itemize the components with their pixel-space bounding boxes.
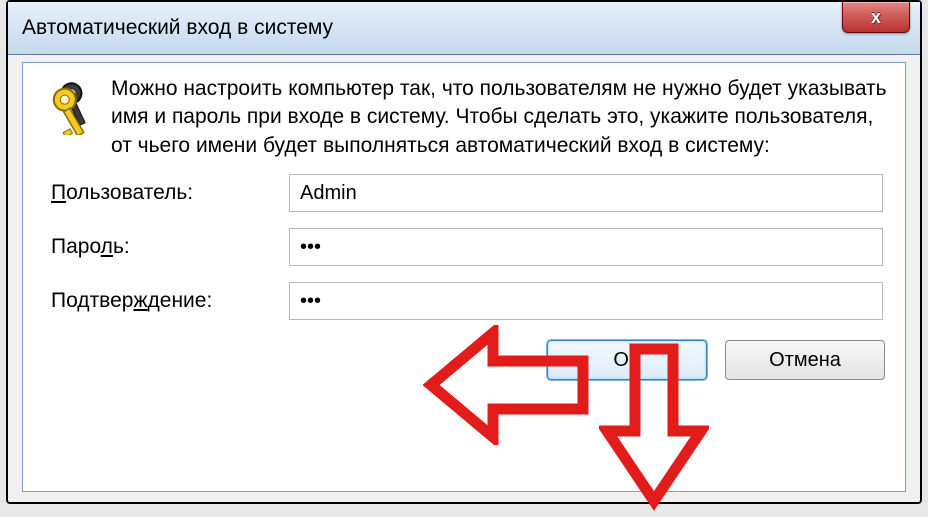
ok-button[interactable]: ОК — [547, 340, 707, 380]
dialog-client: Можно настроить компьютер так, что польз… — [22, 62, 906, 492]
keys-icon — [49, 75, 111, 160]
cancel-button[interactable]: Отмена — [725, 340, 885, 380]
confirm-label: Подтверждение: — [51, 289, 289, 313]
close-icon: x — [871, 7, 881, 28]
dialog-window: Автоматический вход в систему x — [6, 0, 922, 504]
user-input[interactable] — [289, 174, 883, 212]
window-title: Автоматический вход в систему — [22, 16, 333, 40]
close-button[interactable]: x — [842, 2, 910, 33]
description-text: Можно настроить компьютер так, что польз… — [111, 75, 887, 160]
titlebar: Автоматический вход в систему x — [8, 2, 920, 55]
user-label: Пользователь: — [51, 181, 289, 205]
confirm-input[interactable] — [289, 282, 883, 320]
password-label: Пароль: — [51, 235, 289, 259]
password-input[interactable] — [289, 228, 883, 266]
